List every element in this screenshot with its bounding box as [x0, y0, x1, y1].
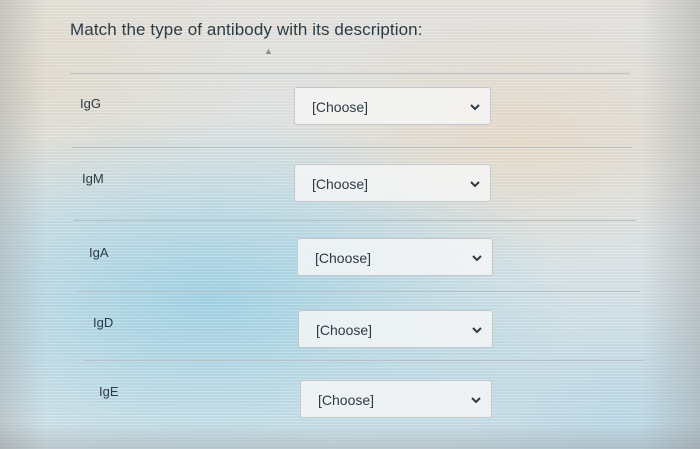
chevron-down-icon: [472, 255, 482, 262]
mouse-cursor-icon: ▲: [264, 46, 273, 56]
photo-vignette-right: [640, 0, 700, 449]
answer-select-iga[interactable]: [Choose]: [297, 238, 493, 276]
select-value: [Choose]: [316, 322, 373, 338]
divider: [84, 360, 644, 361]
divider: [74, 220, 636, 221]
select-value: [Choose]: [312, 99, 369, 115]
chevron-down-icon: [470, 181, 480, 188]
divider: [72, 147, 632, 148]
select-value: [Choose]: [312, 176, 369, 192]
chevron-down-icon: [471, 397, 481, 404]
chevron-down-icon: [470, 104, 480, 111]
quiz-screen: Match the type of antibody with its desc…: [0, 0, 700, 449]
divider: [70, 73, 630, 74]
answer-select-igd[interactable]: [Choose]: [298, 310, 493, 348]
select-value: [Choose]: [315, 250, 372, 266]
antibody-label-ige: IgE: [99, 384, 119, 399]
select-value: [Choose]: [318, 392, 375, 408]
antibody-label-iga: IgA: [89, 245, 109, 260]
photo-vignette-left: [0, 0, 46, 449]
photo-vignette-bottom: [0, 423, 700, 449]
antibody-label-igm: IgM: [82, 171, 104, 186]
antibody-label-igg: IgG: [80, 96, 101, 111]
answer-select-igg[interactable]: [Choose]: [294, 87, 491, 125]
answer-select-igm[interactable]: [Choose]: [294, 164, 491, 202]
chevron-down-icon: [472, 327, 482, 334]
antibody-label-igd: IgD: [93, 315, 114, 330]
divider: [78, 291, 640, 292]
question-text: Match the type of antibody with its desc…: [70, 20, 423, 39]
answer-select-ige[interactable]: [Choose]: [300, 380, 492, 418]
